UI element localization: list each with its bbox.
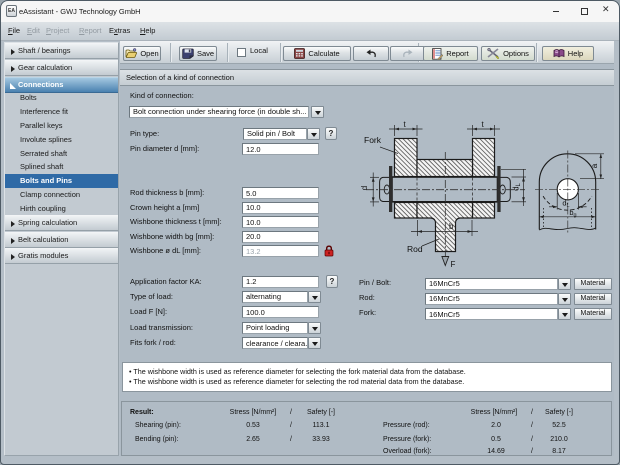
svg-text:t: t [482,120,485,129]
svg-text:dL: dL [512,182,523,190]
svg-text:Fork: Fork [364,135,382,145]
svg-text:d: d [360,186,369,190]
svg-text:b: b [449,222,454,231]
svg-text:a: a [590,163,599,168]
svg-text:t: t [404,120,407,129]
svg-text:bg: bg [569,208,576,219]
svg-text:Rod: Rod [407,244,423,254]
svg-text:F: F [451,260,456,269]
